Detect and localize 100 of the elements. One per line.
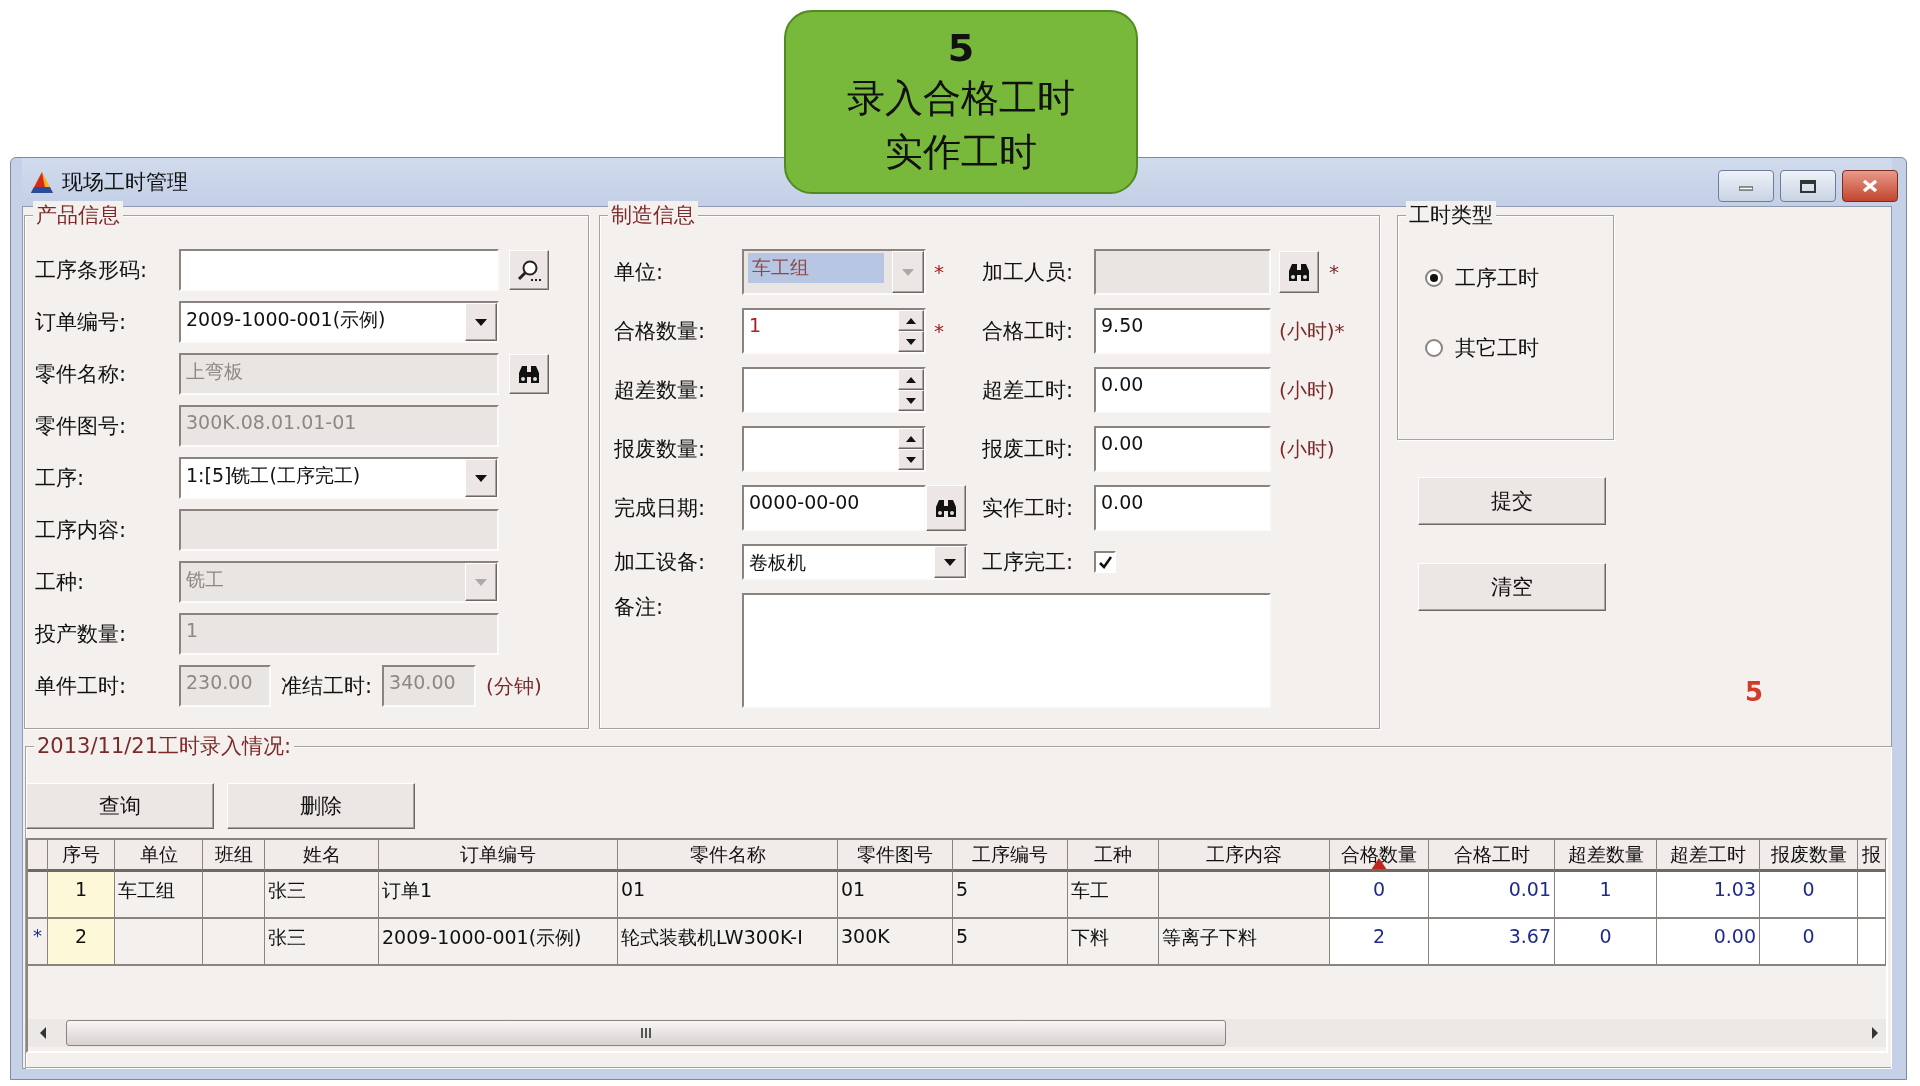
maximize-button[interactable] bbox=[1780, 170, 1836, 202]
column-header[interactable]: 超差工时 bbox=[1657, 840, 1760, 872]
caret-icon bbox=[475, 578, 487, 586]
field-label: 单位: bbox=[614, 259, 665, 286]
spin-down-button[interactable] bbox=[898, 331, 924, 352]
binoculars-button[interactable] bbox=[509, 354, 549, 394]
table-cell: 5 bbox=[953, 919, 1068, 966]
field-label: 超差工时: bbox=[982, 377, 1075, 404]
table-cell: 01 bbox=[838, 872, 953, 919]
column-header[interactable]: 合格工时 bbox=[1429, 840, 1555, 872]
spin-down-button[interactable] bbox=[898, 390, 924, 411]
delete-button[interactable]: 删除 bbox=[227, 783, 415, 829]
field-label: 合格工时: bbox=[982, 318, 1075, 345]
caret-icon bbox=[475, 318, 487, 326]
unit-label: (小时) bbox=[1279, 376, 1335, 404]
table-cell: 订单1 bbox=[379, 872, 618, 919]
scrollbar-thumb[interactable] bbox=[66, 1020, 1226, 1046]
minimize-button[interactable] bbox=[1718, 170, 1774, 202]
table-cell: 车工组 bbox=[115, 872, 203, 919]
spin-box[interactable] bbox=[742, 367, 926, 413]
field-label: 报废工时: bbox=[982, 436, 1075, 463]
table-cell: 2009-1000-001(示例) bbox=[379, 919, 618, 966]
field-label: 准结工时: bbox=[281, 673, 373, 700]
down-arrow-icon bbox=[906, 397, 916, 404]
field-label: 工序: bbox=[35, 465, 86, 492]
binoculars-button[interactable] bbox=[1279, 251, 1319, 293]
field-label: 单件工时: bbox=[35, 673, 128, 700]
submit-button[interactable]: 提交 bbox=[1418, 477, 1606, 525]
field-label: 合格数量: bbox=[614, 318, 707, 345]
dropdown-button[interactable] bbox=[934, 546, 966, 578]
close-button[interactable] bbox=[1842, 170, 1898, 202]
dropdown-button[interactable] bbox=[465, 303, 497, 341]
column-header[interactable]: 零件图号 bbox=[838, 840, 953, 872]
table-cell: 张三 bbox=[265, 919, 379, 966]
field-label: 零件图号: bbox=[35, 413, 128, 440]
table-cell bbox=[203, 919, 265, 966]
horizontal-scrollbar[interactable] bbox=[28, 1019, 1886, 1047]
text-field[interactable]: 0.00 bbox=[1094, 367, 1271, 413]
unit-label: (小时) bbox=[1279, 435, 1335, 463]
table-cell: 1 bbox=[1555, 872, 1657, 919]
clear-button[interactable]: 清空 bbox=[1418, 563, 1606, 611]
column-header[interactable]: 工种 bbox=[1068, 840, 1159, 872]
search-button[interactable] bbox=[509, 250, 549, 290]
column-header[interactable]: 单位 bbox=[115, 840, 203, 872]
column-header[interactable]: 序号 bbox=[48, 840, 115, 872]
dropdown[interactable]: 卷板机 bbox=[742, 544, 968, 580]
field-label: 工序内容: bbox=[35, 517, 128, 544]
table-cell: 0.01 bbox=[1429, 872, 1555, 919]
column-header[interactable]: 工序编号 bbox=[953, 840, 1068, 872]
field-label: 订单编号: bbox=[35, 309, 128, 336]
maximize-icon bbox=[1800, 179, 1816, 193]
spin-box[interactable] bbox=[742, 426, 926, 472]
down-arrow-icon bbox=[906, 338, 916, 345]
spin-down-button[interactable] bbox=[898, 449, 924, 470]
column-header[interactable]: 报 bbox=[1858, 840, 1886, 872]
column-header[interactable]: 超差数量 bbox=[1555, 840, 1657, 872]
caret-icon bbox=[902, 268, 914, 276]
query-button[interactable]: 查询 bbox=[26, 783, 214, 829]
column-header[interactable]: 班组 bbox=[203, 840, 265, 872]
radio-button[interactable] bbox=[1425, 269, 1443, 287]
text-field[interactable]: 0.00 bbox=[1094, 426, 1271, 472]
spin-up-button[interactable] bbox=[898, 369, 924, 390]
binoculars-icon bbox=[933, 497, 959, 519]
column-header[interactable]: 工序内容 bbox=[1159, 840, 1330, 872]
spin-up-button[interactable] bbox=[898, 428, 924, 449]
text-field[interactable]: 9.50 bbox=[1094, 308, 1271, 354]
dropdown-button[interactable] bbox=[465, 459, 497, 497]
table-cell: 2 bbox=[48, 919, 115, 966]
text-field[interactable] bbox=[179, 249, 499, 291]
required-mark: * bbox=[1329, 260, 1339, 284]
table-cell: 3.67 bbox=[1429, 919, 1555, 966]
field-label: 加工人员: bbox=[982, 259, 1075, 286]
binoculars-button[interactable] bbox=[926, 485, 966, 531]
radio-button[interactable] bbox=[1425, 339, 1443, 357]
column-header[interactable]: 报废数量 bbox=[1760, 840, 1858, 872]
table-cell: 1.03 bbox=[1657, 872, 1760, 919]
field-label: 实作工时: bbox=[982, 495, 1075, 522]
table-cell bbox=[203, 872, 265, 919]
field-label: 投产数量: bbox=[35, 621, 128, 648]
dropdown[interactable]: 1:[5]铣工(工序完工) bbox=[179, 457, 499, 499]
checkbox[interactable] bbox=[1094, 551, 1116, 573]
field-label: 加工设备: bbox=[614, 549, 707, 576]
step-marker: 5 bbox=[1745, 677, 1764, 707]
binoculars-icon bbox=[516, 363, 542, 385]
search-icon bbox=[516, 258, 542, 282]
field-label: 备注: bbox=[614, 594, 665, 621]
table-cell: 张三 bbox=[265, 872, 379, 919]
date-field[interactable]: 0000-00-00 bbox=[742, 485, 926, 531]
column-header[interactable]: 订单编号 bbox=[379, 840, 618, 872]
dropdown[interactable]: 2009-1000-001(示例) bbox=[179, 301, 499, 343]
radio-label: 其它工时 bbox=[1455, 335, 1539, 362]
field-label: 报废数量: bbox=[614, 436, 707, 463]
remarks-field[interactable] bbox=[742, 593, 1271, 708]
spin-up-button[interactable] bbox=[898, 310, 924, 331]
caret-icon bbox=[475, 474, 487, 482]
column-header[interactable]: 合格数量 bbox=[1330, 840, 1429, 872]
spin-box[interactable]: 1 bbox=[742, 308, 926, 354]
column-header[interactable]: 姓名 bbox=[265, 840, 379, 872]
text-field[interactable]: 0.00 bbox=[1094, 485, 1271, 531]
column-header[interactable]: 零件名称 bbox=[618, 840, 838, 872]
